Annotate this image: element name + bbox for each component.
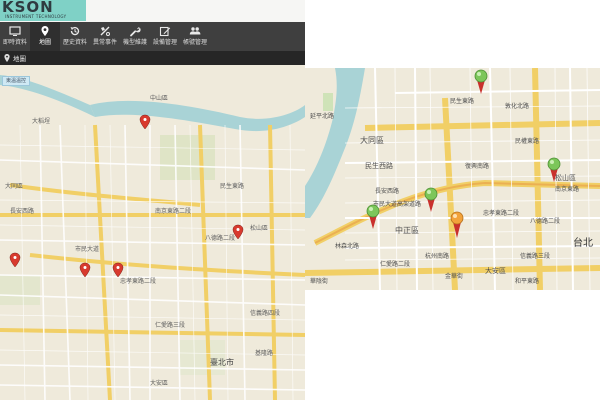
map-label: 和平東路: [515, 277, 539, 285]
map-label: 大同區: [5, 182, 23, 190]
map-label: 市民大道: [75, 245, 99, 253]
page-title: 地圖: [13, 55, 26, 63]
monitor-icon: [9, 26, 21, 36]
map-label: 長安西路: [10, 207, 34, 215]
map-label: 華陰街: [310, 277, 328, 285]
map-label: 復興南路: [465, 162, 489, 170]
page-subheader: 地圖: [0, 51, 305, 65]
map-label: 民權東路: [515, 137, 539, 145]
map-label: 南京東路二段: [155, 207, 191, 215]
map-application: KSON INSTRUMENT TECHNOLOGY 即時資料 地圖 歷史資料 …: [0, 0, 305, 400]
map-label: 大安區: [150, 379, 168, 387]
map-pin-icon: [41, 26, 49, 36]
brand-logo[interactable]: KSON INSTRUMENT TECHNOLOGY: [0, 0, 86, 21]
map-label: 台北: [573, 236, 593, 249]
map-label: 仁愛路二段: [380, 260, 410, 268]
wrench-icon: [130, 27, 141, 37]
map-label: 松山區: [555, 173, 576, 182]
zoomed-map[interactable]: 大同區 民生西路 中正區 市民大道高架道路 忠孝東路二段 台北 大安區 松山區 …: [305, 68, 600, 290]
brand-bar: KSON INSTRUMENT TECHNOLOGY: [0, 0, 305, 23]
map-label: 敦化北路: [505, 102, 529, 110]
map-label: 長安西路: [375, 187, 399, 195]
map-label: 仁愛路三段: [155, 321, 185, 329]
map-label: 大安區: [485, 266, 506, 275]
map-label: 民生東路: [220, 182, 244, 190]
edit-icon: [159, 26, 171, 37]
map-label: 信義路三段: [520, 252, 550, 260]
map-area-tag[interactable]: 東溫溫控: [2, 76, 31, 86]
map-label: 南京東路: [555, 185, 579, 193]
map-label: 忠孝東路二段: [483, 209, 519, 217]
map-label: 林森北路: [335, 242, 359, 250]
map-label: 民生東路: [450, 97, 474, 105]
alert-icon: [100, 26, 110, 36]
users-icon: [189, 27, 201, 35]
logo-subtitle: INSTRUMENT TECHNOLOGY: [5, 14, 67, 19]
map-label: 基隆路: [255, 349, 273, 357]
map-label: 中正區: [395, 225, 419, 235]
map-pin-icon: [4, 54, 10, 62]
map-label: 金華街: [445, 272, 463, 280]
toolbar-account-management[interactable]: 帳號管理: [180, 22, 210, 51]
map-label: 松山區: [250, 224, 268, 232]
map-label: 臺北市: [210, 357, 234, 367]
map-label: 市民大道高架道路: [373, 200, 421, 208]
map-label: 八德路二段: [530, 217, 560, 225]
map-label: 杭州南路: [425, 252, 449, 260]
history-icon: [70, 26, 80, 36]
map-label: 八德路二段: [205, 234, 235, 242]
toolbar-label: 帳號管理: [182, 39, 207, 46]
map-label: 忠孝東路二段: [120, 277, 156, 285]
overview-map[interactable]: 大稻埕 中山區 大同區 民生東路 長安西路 南京東路二段 市民大道 忠孝東路二段…: [0, 65, 305, 400]
main-toolbar: 即時資料 地圖 歷史資料 異常事件 機型維護 設備管理 帳號管理: [0, 22, 305, 51]
map-label: 信義路四段: [250, 309, 280, 317]
map-label: 民生西路: [365, 161, 393, 170]
map-label: 中山區: [150, 94, 168, 102]
map-label: 大同區: [360, 135, 384, 145]
map-label: 延平北路: [310, 112, 334, 120]
map-label: 大稻埕: [32, 117, 50, 125]
